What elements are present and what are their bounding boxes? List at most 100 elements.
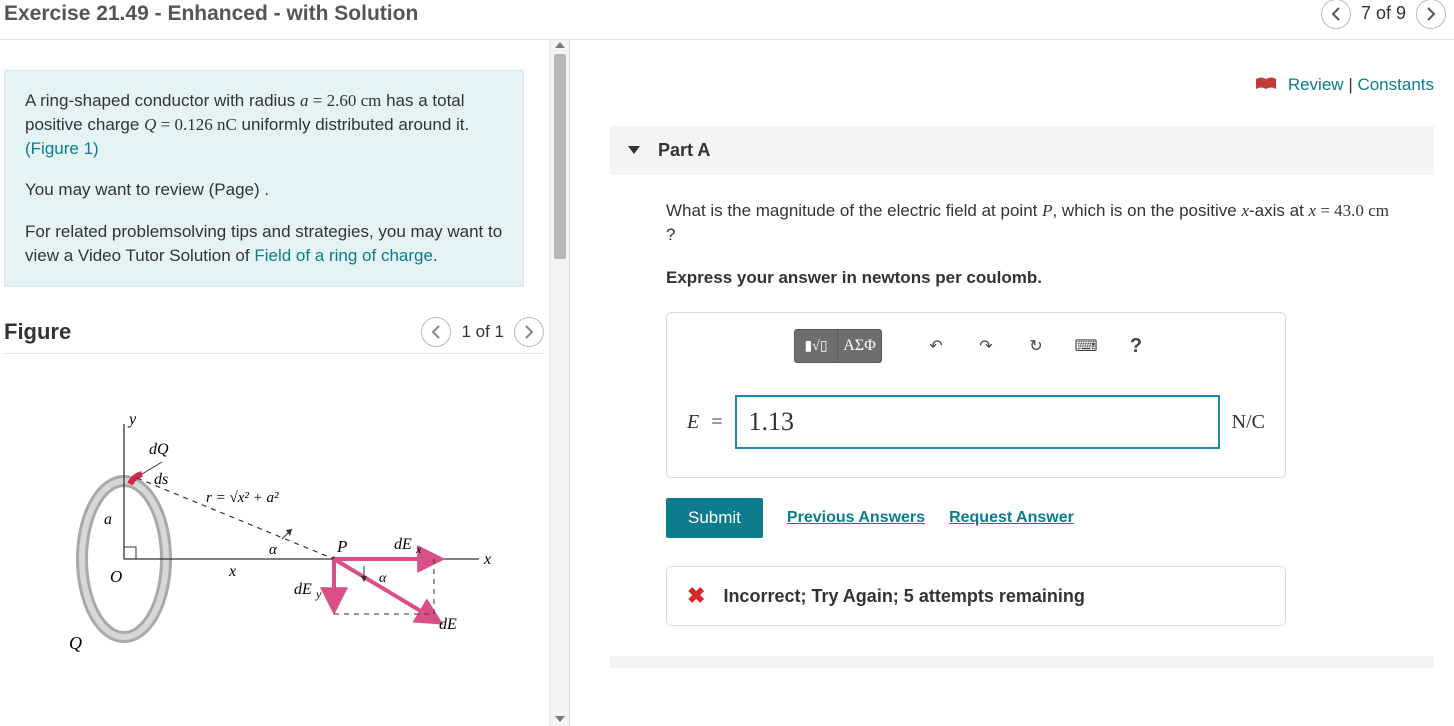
question-body: What is the magnitude of the electric fi… bbox=[610, 175, 1390, 291]
svg-text:y: y bbox=[315, 587, 322, 601]
problem-statement: A ring-shaped conductor with radius a = … bbox=[4, 70, 524, 287]
submit-row: Submit Previous Answers Request Answer bbox=[666, 498, 1434, 538]
svg-text:a: a bbox=[104, 511, 112, 528]
undo-button[interactable]: ↶ bbox=[914, 329, 958, 363]
unit-cm: cm bbox=[361, 91, 382, 110]
svg-text:dE: dE bbox=[294, 581, 312, 598]
answer-input[interactable] bbox=[735, 395, 1220, 449]
variable-x: x bbox=[1309, 201, 1317, 220]
constants-link[interactable]: Constants bbox=[1357, 75, 1434, 94]
submit-button[interactable]: Submit bbox=[666, 498, 763, 538]
help-button[interactable]: ? bbox=[1114, 329, 1158, 363]
variable-q: Q bbox=[144, 115, 156, 134]
redo-button[interactable]: ↷ bbox=[964, 329, 1008, 363]
unit-nc: nC bbox=[217, 115, 237, 134]
text: = 2.60 bbox=[309, 91, 361, 110]
svg-text:x: x bbox=[228, 563, 236, 580]
book-icon bbox=[1255, 76, 1277, 96]
figure-1-link[interactable]: (Figure 1) bbox=[25, 139, 99, 158]
video-tutor-link[interactable]: Field of a ring of charge bbox=[254, 246, 433, 265]
figure-title: Figure bbox=[4, 319, 71, 345]
figure-header: Figure 1 of 1 bbox=[4, 317, 544, 354]
next-part-header bbox=[610, 656, 1434, 668]
exercise-position: 7 of 9 bbox=[1361, 3, 1406, 24]
text: = 0.126 bbox=[156, 115, 217, 134]
equation-toolbar: ▮√▯ ΑΣΦ ↶ ↷ ↻ ⌨ ? bbox=[667, 313, 1285, 379]
figure-position: 1 of 1 bbox=[461, 322, 504, 342]
keyboard-button[interactable]: ⌨ bbox=[1064, 329, 1108, 363]
text: = 43.0 bbox=[1316, 201, 1368, 220]
chevron-left-icon bbox=[431, 325, 441, 339]
answer-unit: N/C bbox=[1232, 411, 1265, 434]
svg-text:dE: dE bbox=[394, 536, 412, 553]
ring-charge-diagram: y x O a Q dQ ds r = √x² + a² P x α bbox=[34, 394, 504, 664]
page-header: Exercise 21.49 - Enhanced - with Solutio… bbox=[0, 0, 1454, 40]
problem-paragraph-3: For related problemsolving tips and stra… bbox=[25, 220, 503, 268]
text: -axis at bbox=[1249, 201, 1309, 220]
answer-card: ▮√▯ ΑΣΦ ↶ ↷ ↻ ⌨ ? E = N/C bbox=[666, 312, 1286, 478]
svg-text:r = √x² + a²: r = √x² + a² bbox=[206, 490, 279, 506]
scroll-down-icon[interactable] bbox=[555, 716, 565, 722]
svg-text:x: x bbox=[415, 542, 422, 556]
variable-x: x bbox=[1241, 201, 1249, 220]
problem-paragraph-2: You may want to review (Page) . bbox=[25, 178, 503, 202]
answer-instructions: Express your answer in newtons per coulo… bbox=[666, 266, 1390, 291]
question-text: What is the magnitude of the electric fi… bbox=[666, 199, 1390, 248]
svg-text:α: α bbox=[379, 571, 387, 586]
prev-figure-button[interactable] bbox=[421, 317, 451, 347]
answer-variable: E bbox=[687, 411, 699, 434]
svg-text:dE⃗: dE⃗ bbox=[439, 616, 469, 633]
scroll-up-icon[interactable] bbox=[555, 42, 565, 48]
svg-text:y: y bbox=[127, 411, 137, 428]
chevron-right-icon bbox=[1426, 7, 1436, 21]
svg-text:Q: Q bbox=[69, 633, 82, 653]
text: A ring-shaped conductor with radius bbox=[25, 91, 300, 110]
request-answer-link[interactable]: Request Answer bbox=[949, 509, 1074, 527]
part-a-header[interactable]: Part A bbox=[610, 126, 1434, 175]
chevron-right-icon bbox=[524, 325, 534, 339]
chevron-left-icon bbox=[1331, 7, 1341, 21]
next-figure-button[interactable] bbox=[514, 317, 544, 347]
text: uniformly distributed around it. bbox=[237, 115, 469, 134]
left-scrollbar[interactable] bbox=[549, 40, 569, 726]
equals-sign: = bbox=[711, 411, 722, 434]
greek-letters-button[interactable]: ΑΣΦ bbox=[838, 329, 882, 363]
problem-paragraph-1: A ring-shaped conductor with radius a = … bbox=[25, 89, 503, 160]
reset-icon: ↻ bbox=[1029, 336, 1042, 356]
part-a-label: Part A bbox=[658, 140, 710, 161]
exercise-title: Exercise 21.49 - Enhanced - with Solutio… bbox=[4, 2, 418, 26]
template-buttons: ▮√▯ ΑΣΦ bbox=[794, 329, 882, 363]
variable-a: a bbox=[300, 91, 309, 110]
svg-text:O: O bbox=[110, 567, 122, 586]
text: What is the magnitude of the electric fi… bbox=[666, 201, 1042, 220]
svg-text:dQ: dQ bbox=[149, 441, 169, 458]
scroll-thumb[interactable] bbox=[554, 54, 566, 259]
feedback-text: Incorrect; Try Again; 5 attempts remaini… bbox=[723, 586, 1084, 607]
text: . bbox=[433, 246, 438, 265]
svg-text:P: P bbox=[336, 537, 347, 556]
undo-icon: ↶ bbox=[929, 336, 942, 356]
review-link[interactable]: Review bbox=[1288, 75, 1344, 94]
right-panel: Review | Constants Part A What is the ma… bbox=[570, 40, 1454, 726]
svg-text:x: x bbox=[483, 551, 491, 568]
fraction-root-button[interactable]: ▮√▯ bbox=[794, 329, 838, 363]
variable-p: P bbox=[1042, 201, 1052, 220]
figure-nav: 1 of 1 bbox=[421, 317, 544, 347]
prev-exercise-button[interactable] bbox=[1321, 0, 1351, 29]
incorrect-icon: ✖ bbox=[687, 583, 705, 609]
reset-button[interactable]: ↻ bbox=[1014, 329, 1058, 363]
text: , which is on the positive bbox=[1052, 201, 1241, 220]
next-exercise-button[interactable] bbox=[1416, 0, 1446, 29]
left-panel: A ring-shaped conductor with radius a = … bbox=[0, 40, 570, 726]
feedback-box: ✖ Incorrect; Try Again; 5 attempts remai… bbox=[666, 566, 1286, 626]
answer-row: E = N/C bbox=[667, 379, 1285, 477]
unit-cm: cm bbox=[1368, 201, 1389, 220]
redo-icon: ↷ bbox=[979, 336, 992, 356]
top-links: Review | Constants bbox=[610, 75, 1434, 96]
main-split: A ring-shaped conductor with radius a = … bbox=[0, 40, 1454, 726]
previous-answers-link[interactable]: Previous Answers bbox=[787, 509, 925, 527]
exercise-nav: 7 of 9 bbox=[1321, 0, 1446, 29]
text: ? bbox=[666, 225, 675, 244]
svg-text:α: α bbox=[269, 542, 278, 558]
caret-down-icon bbox=[628, 146, 640, 154]
